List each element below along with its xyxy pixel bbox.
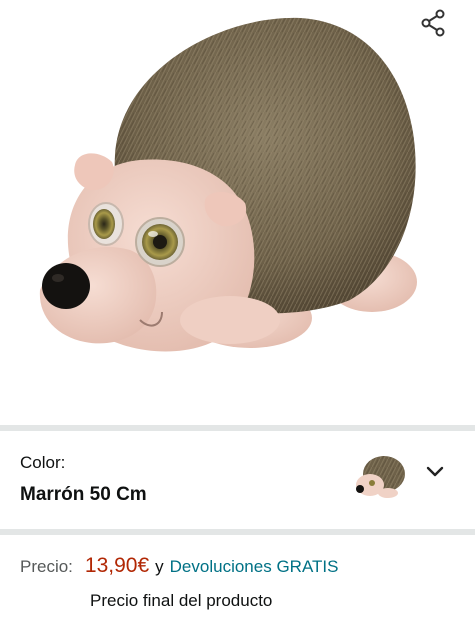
price-row: Precio: 13,90€ y Devoluciones GRATIS: [20, 554, 338, 582]
free-returns-link[interactable]: Devoluciones GRATIS: [170, 557, 339, 577]
chevron-down-icon[interactable]: [424, 463, 446, 479]
color-variant-selector[interactable]: Color: Marrón 50 Cm: [0, 431, 475, 529]
hedgehog-thumbnail: [356, 456, 405, 498]
price-value: 13,90€: [84, 554, 150, 577]
share-icon: [421, 9, 445, 37]
product-image-area: [0, 0, 475, 425]
section-divider: [0, 529, 475, 535]
price-connector: y: [155, 557, 164, 576]
share-button[interactable]: [417, 6, 451, 40]
product-image[interactable]: [0, 0, 475, 425]
variant-label: Color:: [20, 453, 66, 472]
price-label: Precio:: [20, 557, 73, 576]
final-price-note: Precio final del producto: [90, 591, 273, 610]
variant-value: Marrón 50 Cm: [20, 484, 147, 505]
